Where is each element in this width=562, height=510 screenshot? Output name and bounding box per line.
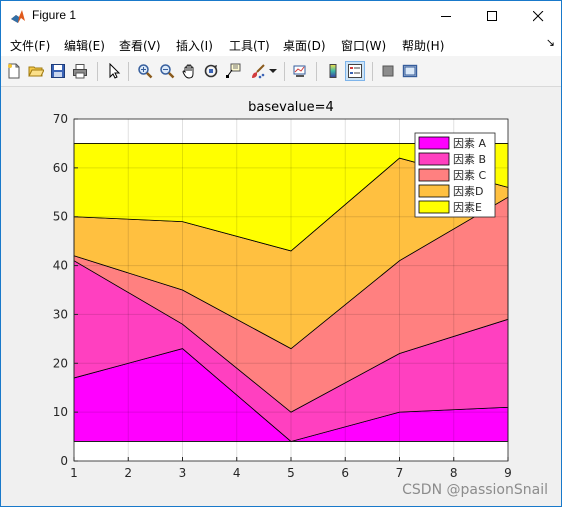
x-tick-label: 7 — [396, 466, 404, 480]
pan-icon[interactable] — [179, 61, 199, 81]
figure-toolbar — [1, 56, 561, 87]
chart-title: basevalue=4 — [248, 100, 334, 115]
toolbar-separator — [284, 62, 285, 81]
minimize-icon — [440, 16, 451, 17]
new-figure-icon[interactable] — [4, 61, 24, 81]
legend-swatch — [418, 168, 450, 182]
figure-canvas: 1 2 3 4 5 6 7 8 9 0 10 20 30 40 50 60 70 basevalue=4 因素 A 因… — [1, 87, 561, 506]
legend-label: 因素 B — [453, 153, 486, 166]
menu-desktop[interactable]: 桌面(D) — [283, 37, 326, 54]
menu-bar: 文件(F) 编辑(E) 查看(V) 插入(I) 工具(T) 桌面(D) 窗口(W… — [1, 32, 561, 56]
title-bar[interactable]: Figure 1 — [1, 1, 561, 32]
show-plot-tools-icon[interactable] — [400, 61, 420, 81]
y-tick-label: 0 — [60, 454, 68, 468]
figure-window: Figure 1 文件(F) 编辑(E) 查看(V) 插入(I) 工具(T) 桌… — [0, 0, 562, 507]
menu-insert[interactable]: 插入(I) — [176, 37, 213, 54]
x-tick-label: 8 — [450, 466, 458, 480]
x-tick-label: 4 — [233, 466, 241, 480]
zoom-in-icon[interactable] — [135, 61, 155, 81]
toolbar-separator — [372, 62, 373, 81]
y-tick-label: 50 — [53, 210, 68, 224]
area-chart[interactable]: 1 2 3 4 5 6 7 8 9 0 10 20 30 40 50 60 70 basevalue=4 因素 A 因… — [1, 87, 561, 506]
legend-label: 因素 C — [453, 169, 486, 182]
y-tick-label: 60 — [53, 161, 68, 175]
maximize-button[interactable] — [469, 1, 515, 32]
y-tick-label: 20 — [53, 356, 68, 370]
watermark: CSDN @passionSnail — [402, 482, 548, 498]
close-icon — [532, 11, 543, 22]
minimize-button[interactable] — [423, 1, 469, 32]
menu-tools[interactable]: 工具(T) — [229, 37, 270, 54]
window-title: Figure 1 — [32, 8, 77, 22]
open-file-icon[interactable] — [26, 61, 46, 81]
menu-file[interactable]: 文件(F) — [10, 37, 50, 54]
x-tick-label: 9 — [504, 466, 512, 480]
legend-label: 因素E — [453, 201, 482, 214]
menu-help[interactable]: 帮助(H) — [402, 37, 444, 54]
x-tick-label: 5 — [287, 466, 295, 480]
y-tick-label: 30 — [53, 307, 68, 321]
close-button[interactable] — [515, 1, 561, 32]
menu-edit[interactable]: 编辑(E) — [64, 37, 105, 54]
pointer-icon[interactable] — [104, 61, 124, 81]
x-tick-label: 1 — [70, 466, 78, 480]
legend-icon[interactable] — [345, 61, 365, 81]
zoom-out-icon[interactable] — [157, 61, 177, 81]
x-tick-label: 6 — [341, 466, 349, 480]
matlab-icon — [11, 10, 25, 23]
x-tick-label: 3 — [179, 466, 187, 480]
y-tick-label: 40 — [53, 259, 68, 273]
menu-overflow-icon[interactable]: ↘ — [546, 36, 555, 49]
menu-view[interactable]: 查看(V) — [119, 37, 161, 54]
print-icon[interactable] — [70, 61, 90, 81]
link-plot-icon[interactable] — [290, 61, 310, 81]
y-tick-label: 70 — [53, 112, 68, 126]
legend-swatch — [418, 136, 450, 150]
legend-label: 因素D — [453, 185, 483, 198]
menu-window[interactable]: 窗口(W) — [341, 37, 386, 54]
legend-swatch — [418, 200, 450, 214]
rotate-3d-icon[interactable] — [201, 61, 221, 81]
brush-dropdown-icon[interactable] — [267, 61, 279, 81]
legend-swatch — [418, 184, 450, 198]
colorbar-icon[interactable] — [323, 61, 343, 81]
y-tick-label: 10 — [53, 405, 68, 419]
toolbar-separator — [316, 62, 317, 81]
legend-label: 因素 A — [453, 137, 486, 150]
toolbar-separator — [128, 62, 129, 81]
toolbar-separator — [97, 62, 98, 81]
hide-plot-tools-icon[interactable] — [378, 61, 398, 81]
data-cursor-icon[interactable] — [223, 61, 243, 81]
legend-swatch — [418, 152, 450, 166]
save-icon[interactable] — [48, 61, 68, 81]
brush-icon[interactable] — [248, 61, 268, 81]
x-tick-label: 2 — [124, 466, 132, 480]
maximize-icon — [486, 11, 497, 21]
